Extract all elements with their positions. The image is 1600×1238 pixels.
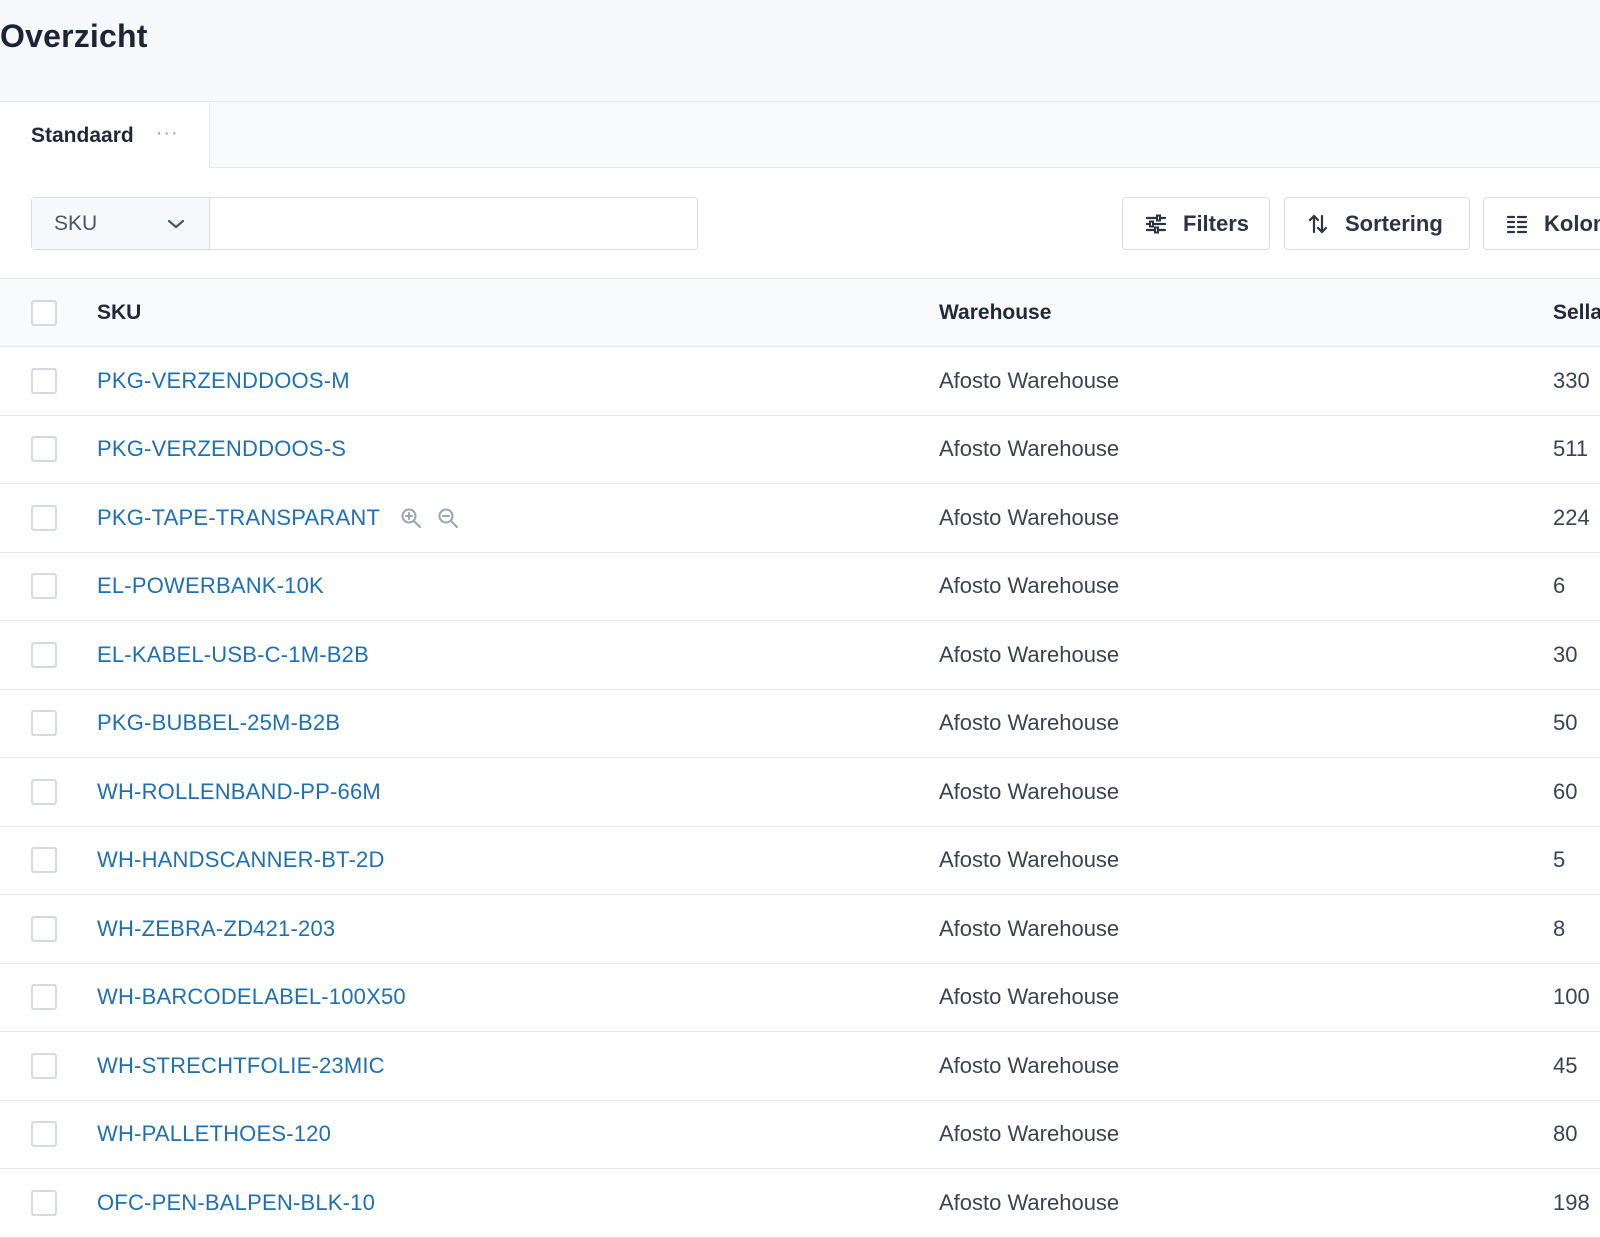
sellable-cell: 45 [1553, 1052, 1578, 1078]
sellable-cell: 198 [1553, 1189, 1590, 1215]
table-row[interactable]: PKG-TAPE-TRANSPARANT Afosto Warehouse 224 [0, 484, 1600, 553]
tab-standaard[interactable]: Standaard ··· [0, 102, 210, 169]
table-body: PKG-VERZENDDOOS-M Afosto Warehouse 330 PKG-… [0, 347, 1600, 1238]
zoom-in-icon[interactable] [400, 507, 422, 529]
sellable-cell: 60 [1553, 778, 1578, 804]
filters-icon [1145, 214, 1167, 233]
sku-link[interactable]: OFC-PEN-BALPEN-BLK-10 [97, 1190, 375, 1216]
table-row[interactable]: OFC-PEN-BALPEN-BLK-10 Afosto Warehouse 198 [0, 1169, 1600, 1238]
sellable-cell: 330 [1553, 367, 1590, 393]
page-title: Overzicht [0, 18, 148, 54]
zoom-controls [400, 507, 459, 529]
table-row[interactable]: WH-ZEBRA-ZD421-203 Afosto Warehouse 8 [0, 895, 1600, 964]
row-checkbox[interactable] [31, 573, 57, 600]
search-group: SKU [31, 197, 698, 250]
sku-link[interactable]: WH-HANDSCANNER-BT-2D [97, 847, 385, 873]
warehouse-cell: Afosto Warehouse [939, 847, 1120, 873]
sellable-cell: 80 [1553, 1121, 1578, 1147]
sku-link[interactable]: WH-ZEBRA-ZD421-203 [97, 916, 335, 942]
sku-link[interactable]: PKG-BUBBEL-25M-B2B [97, 710, 340, 736]
sku-link[interactable]: PKG-TAPE-TRANSPARANT [97, 505, 380, 531]
columns-icon [1506, 215, 1528, 233]
warehouse-cell: Afosto Warehouse [939, 1052, 1120, 1078]
tab-label: Standaard [31, 123, 134, 147]
sellable-cell: 6 [1553, 573, 1566, 599]
filters-button[interactable]: Filters [1122, 197, 1270, 250]
column-header-sellable[interactable]: Sellable [1553, 279, 1600, 346]
warehouse-cell: Afosto Warehouse [939, 1189, 1120, 1215]
columns-label: Kolommen [1544, 210, 1600, 236]
sku-link[interactable]: EL-POWERBANK-10K [97, 573, 324, 599]
table-row[interactable]: WH-BARCODELABEL-100X50 Afosto Warehouse 10… [0, 963, 1600, 1032]
sellable-cell: 50 [1553, 710, 1578, 736]
filters-label: Filters [1183, 210, 1250, 236]
row-checkbox[interactable] [31, 367, 57, 394]
row-checkbox[interactable] [31, 984, 57, 1011]
row-checkbox[interactable] [31, 504, 57, 531]
column-header-sku[interactable]: SKU [97, 279, 141, 346]
row-checkbox[interactable] [31, 847, 57, 874]
columns-button[interactable]: Kolommen [1483, 197, 1600, 250]
sku-link[interactable]: PKG-VERZENDDOOS-S [97, 436, 346, 462]
toolbar: SKU Filters Sortering Kolo [0, 168, 1600, 278]
table-row[interactable]: PKG-VERZENDDOOS-M Afosto Warehouse 330 [0, 347, 1600, 416]
row-checkbox[interactable] [31, 915, 57, 942]
table-row[interactable]: WH-STRECHTFOLIE-23MIC Afosto Warehouse 45 [0, 1032, 1600, 1101]
table-header: SKU Warehouse Sellable [0, 278, 1600, 347]
row-checkbox[interactable] [31, 1052, 57, 1079]
zoom-out-icon[interactable] [437, 507, 459, 529]
warehouse-cell: Afosto Warehouse [939, 1121, 1120, 1147]
sku-link[interactable]: PKG-VERZENDDOOS-M [97, 368, 350, 394]
row-checkbox[interactable] [31, 778, 57, 805]
more-options-icon[interactable]: ··· [156, 123, 179, 143]
warehouse-cell: Afosto Warehouse [939, 915, 1120, 941]
sku-link[interactable]: WH-PALLETHOES-120 [97, 1121, 331, 1147]
warehouse-cell: Afosto Warehouse [939, 504, 1120, 530]
row-checkbox[interactable] [31, 1121, 57, 1148]
sellable-cell: 5 [1553, 847, 1566, 873]
sellable-cell: 511 [1553, 436, 1589, 462]
warehouse-cell: Afosto Warehouse [939, 710, 1120, 736]
row-checkbox[interactable] [31, 710, 57, 737]
table-row[interactable]: EL-POWERBANK-10K Afosto Warehouse 6 [0, 552, 1600, 621]
view-tabs: Standaard ··· [0, 102, 1600, 169]
sort-icon [1308, 214, 1328, 233]
search-input[interactable] [210, 198, 697, 249]
inventory-table: SKU Warehouse Sellable PKG-VERZENDDOOS-M… [0, 278, 1600, 1238]
table-row[interactable]: WH-PALLETHOES-120 Afosto Warehouse 80 [0, 1100, 1600, 1169]
warehouse-cell: Afosto Warehouse [939, 641, 1120, 667]
sku-link[interactable]: WH-BARCODELABEL-100X50 [97, 984, 406, 1010]
page-header: Overzicht [0, 0, 1600, 102]
select-all-checkbox[interactable] [31, 299, 57, 326]
column-header-warehouse[interactable]: Warehouse [939, 279, 1051, 346]
warehouse-cell: Afosto Warehouse [939, 573, 1120, 599]
row-checkbox[interactable] [31, 1189, 57, 1216]
search-field-value: SKU [54, 211, 98, 235]
table-row[interactable]: PKG-VERZENDDOOS-S Afosto Warehouse 511 [0, 415, 1600, 484]
row-checkbox[interactable] [31, 436, 57, 463]
warehouse-cell: Afosto Warehouse [939, 984, 1120, 1010]
warehouse-cell: Afosto Warehouse [939, 778, 1120, 804]
table-row[interactable]: WH-HANDSCANNER-BT-2D Afosto Warehouse 5 [0, 826, 1600, 895]
warehouse-cell: Afosto Warehouse [939, 367, 1120, 393]
sku-link[interactable]: WH-STRECHTFOLIE-23MIC [97, 1053, 385, 1079]
sku-link[interactable]: WH-ROLLENBAND-PP-66M [97, 779, 381, 805]
table-row[interactable]: WH-ROLLENBAND-PP-66M Afosto Warehouse 60 [0, 758, 1600, 827]
sku-link[interactable]: EL-KABEL-USB-C-1M-B2B [97, 642, 369, 668]
row-checkbox[interactable] [31, 641, 57, 668]
chevron-down-icon [167, 219, 185, 228]
table-row[interactable]: PKG-BUBBEL-25M-B2B Afosto Warehouse 50 [0, 689, 1600, 758]
sellable-cell: 224 [1553, 504, 1590, 530]
sort-label: Sortering [1345, 210, 1443, 236]
table-row[interactable]: EL-KABEL-USB-C-1M-B2B Afosto Warehouse 30 [0, 621, 1600, 690]
sellable-cell: 8 [1553, 915, 1566, 941]
sellable-cell: 30 [1553, 641, 1578, 667]
sellable-cell: 100 [1553, 984, 1590, 1010]
sort-button[interactable]: Sortering [1284, 197, 1470, 250]
warehouse-cell: Afosto Warehouse [939, 436, 1120, 462]
search-field-select[interactable]: SKU [32, 198, 210, 249]
